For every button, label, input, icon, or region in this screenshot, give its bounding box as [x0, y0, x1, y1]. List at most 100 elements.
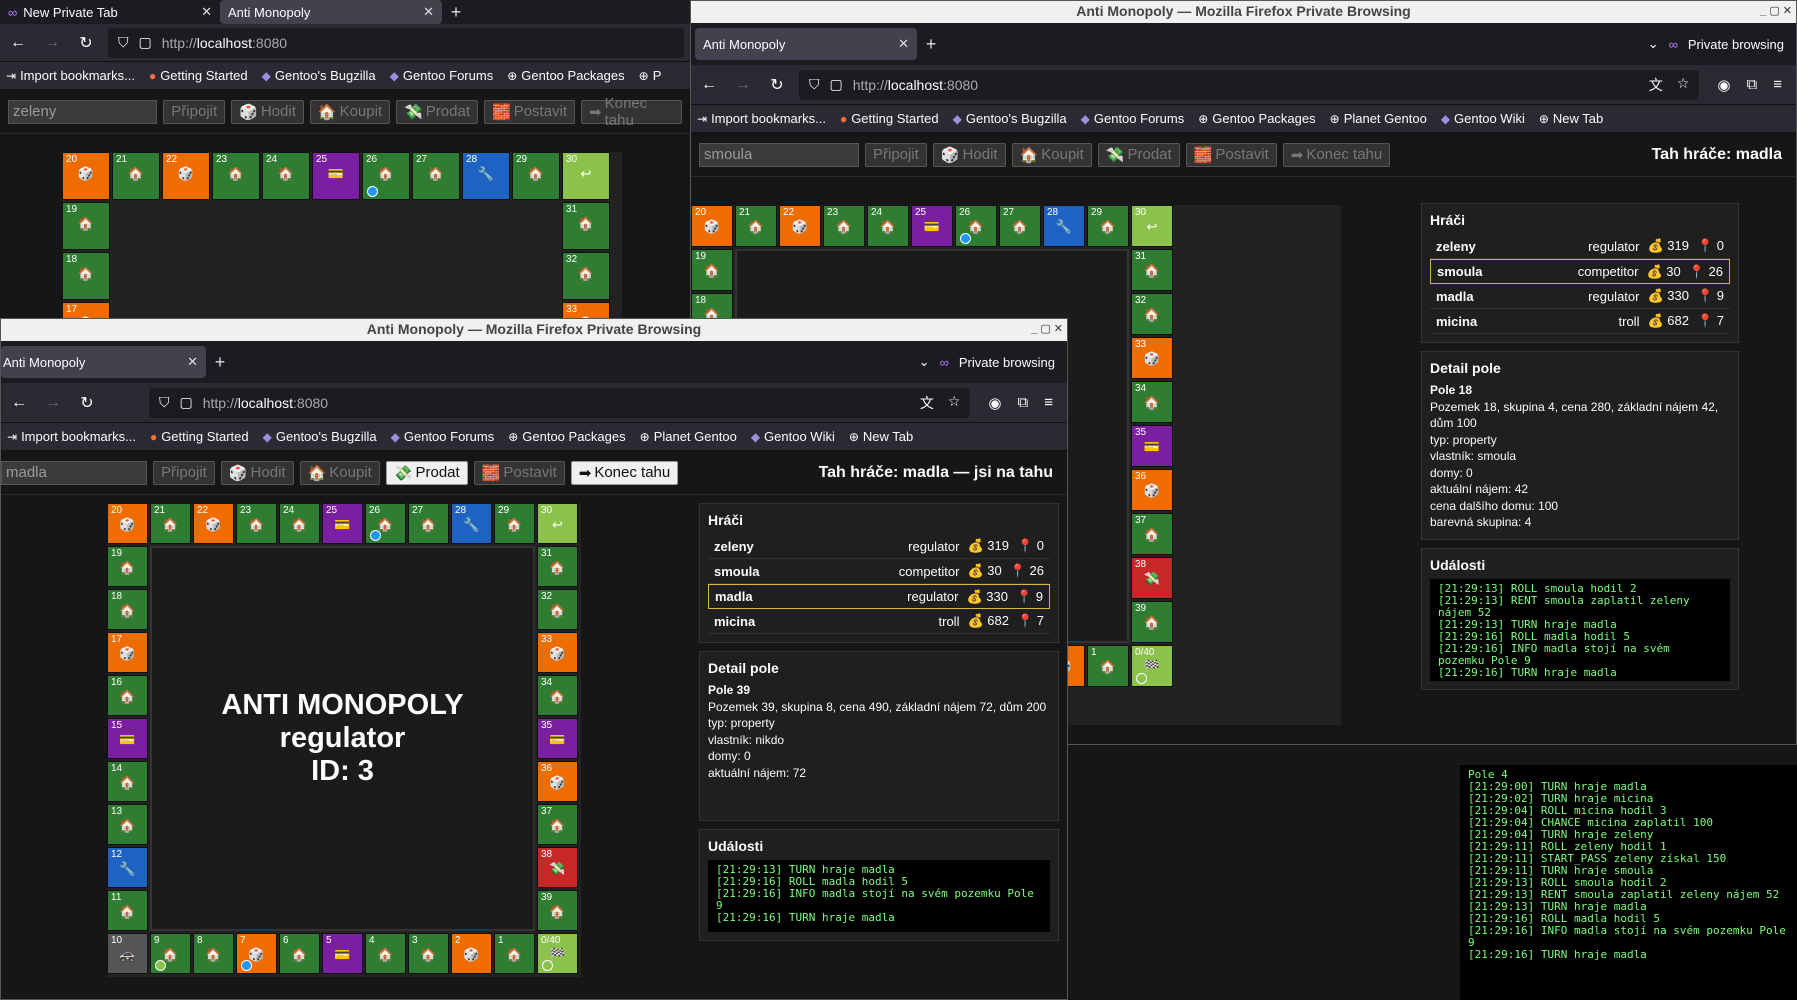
board-cell-30[interactable]: 30 ↩: [1131, 205, 1173, 247]
buy-button[interactable]: 🏠 Koupit: [309, 99, 391, 124]
board-cell-13[interactable]: 13🏠: [107, 804, 148, 845]
bookmark-packages[interactable]: ⊕ Gentoo Packages: [507, 68, 624, 83]
player-row[interactable]: smoula competitor 💰 30 📍 26: [1430, 259, 1730, 284]
player-row[interactable]: madla regulator 💰 330 📍 9: [708, 584, 1050, 609]
bookmark-forums[interactable]: ◆ Gentoo Forums: [390, 68, 494, 83]
board-cell-6[interactable]: 6🏠: [279, 933, 320, 974]
board-cell-25[interactable]: 25 💳: [322, 503, 363, 544]
bookmark-getting-started[interactable]: ● Getting Started: [150, 429, 249, 444]
board-cell-16[interactable]: 16🏠: [107, 675, 148, 716]
board-cell-31[interactable]: 31 🏠: [537, 546, 578, 587]
board-cell-32[interactable]: 32 🏠: [562, 252, 610, 300]
board-cell-19[interactable]: 19 🏠: [107, 546, 148, 587]
board-cell-10[interactable]: 10🚓: [107, 933, 148, 974]
board-cell-34[interactable]: 34 🏠: [537, 675, 578, 716]
board-cell-39[interactable]: 39 🏠: [537, 890, 578, 931]
board-cell-8[interactable]: 8🏠: [193, 933, 234, 974]
join-button[interactable]: Připojit: [163, 99, 226, 124]
bookmark-forums[interactable]: ◆ Gentoo Forums: [1081, 111, 1185, 126]
board-cell-17[interactable]: 17🎲: [107, 632, 148, 673]
bookmark-planet[interactable]: ⊕ P: [639, 68, 662, 83]
back-icon[interactable]: ←: [7, 394, 31, 412]
new-tab-icon[interactable]: +: [442, 2, 470, 23]
forward-icon[interactable]: →: [731, 76, 755, 94]
board-cell-23[interactable]: 23 🏠: [236, 503, 277, 544]
join-button[interactable]: Připojit: [865, 142, 927, 167]
board-cell-25[interactable]: 25 💳: [312, 152, 360, 200]
board-cell-1[interactable]: 1 🏠: [1087, 645, 1129, 687]
window-controls[interactable]: _ ▢ ✕: [1031, 319, 1063, 340]
sell-button[interactable]: 💸 Prodat: [385, 460, 468, 485]
bookmark-import[interactable]: ⇥ Import bookmarks...: [6, 68, 135, 83]
close-tab-icon[interactable]: ✕: [201, 4, 212, 20]
board-cell-21[interactable]: 21 🏠: [735, 205, 777, 247]
star-icon[interactable]: ☆: [948, 393, 961, 413]
tab-anti-monopoly[interactable]: Anti Monopoly ✕: [220, 0, 442, 24]
board-cell-31[interactable]: 31 🏠: [562, 202, 610, 250]
player-row[interactable]: zeleny regulator 💰 319 📍 0: [1430, 234, 1730, 259]
board-cell-26[interactable]: 26 🏠: [955, 205, 997, 247]
bookmark-planet[interactable]: ⊕ Planet Gentoo: [640, 429, 737, 444]
board-cell-30[interactable]: 30 ↩: [562, 152, 610, 200]
board-cell-20[interactable]: 20 🎲: [107, 503, 148, 544]
forward-icon[interactable]: →: [41, 394, 65, 412]
board-cell-12[interactable]: 12🔧: [107, 847, 148, 888]
board-cell-20[interactable]: 20 🎲: [691, 205, 733, 247]
board-cell-9[interactable]: 9🏠: [150, 933, 191, 974]
board-cell-18[interactable]: 18 🏠: [107, 589, 148, 630]
board-cell-19[interactable]: 19 🏠: [62, 202, 110, 250]
url-bar[interactable]: ⛉ ▢ http://localhost:8080 文 ☆: [799, 69, 1700, 100]
new-tab-icon[interactable]: +: [917, 34, 945, 55]
translate-icon[interactable]: 文: [920, 393, 934, 413]
board-cell-35[interactable]: 35 💳: [1131, 425, 1173, 467]
reload-icon[interactable]: ↻: [75, 393, 99, 413]
board-cell-38[interactable]: 38 💸: [537, 847, 578, 888]
bookmark-new-tab[interactable]: ⊕ New Tab: [849, 429, 913, 444]
board-cell-22[interactable]: 22 🎲: [162, 152, 210, 200]
board-cell-36[interactable]: 36 🎲: [537, 761, 578, 802]
back-icon[interactable]: ←: [697, 76, 721, 94]
board-cell-2[interactable]: 2🎲: [451, 933, 492, 974]
bookmark-bugzilla[interactable]: ◆ Gentoo's Bugzilla: [953, 111, 1067, 126]
board-cell-23[interactable]: 23 🏠: [212, 152, 260, 200]
account-icon[interactable]: ◉: [1717, 76, 1730, 94]
buy-button[interactable]: 🏠 Koupit: [299, 460, 380, 485]
board-cell-33[interactable]: 33🎲: [1131, 337, 1173, 379]
buy-button[interactable]: 🏠 Koupit: [1011, 142, 1092, 167]
board-cell-28[interactable]: 28 🔧: [451, 503, 492, 544]
close-tab-icon[interactable]: ✕: [898, 36, 909, 52]
board-cell-22[interactable]: 22 🎲: [779, 205, 821, 247]
board-cell-27[interactable]: 27 🏠: [999, 205, 1041, 247]
player-row[interactable]: micina troll 💰 682 📍 7: [708, 609, 1050, 634]
board-cell-26[interactable]: 26 🏠: [362, 152, 410, 200]
bookmark-packages[interactable]: ⊕ Gentoo Packages: [508, 429, 625, 444]
list-tabs-icon[interactable]: ⌄: [1648, 36, 1659, 52]
board-cell-29[interactable]: 29 🏠: [1087, 205, 1129, 247]
bookmark-bugzilla[interactable]: ◆ Gentoo's Bugzilla: [263, 429, 377, 444]
tab-anti-monopoly[interactable]: Anti Monopoly ✕: [1, 346, 206, 378]
board-cell-5[interactable]: 5💳: [322, 933, 363, 974]
board-cell-29[interactable]: 29 🏠: [494, 503, 535, 544]
board-cell-24[interactable]: 24 🏠: [867, 205, 909, 247]
end-turn-button[interactable]: ➡ Konec tahu: [581, 95, 682, 129]
join-button[interactable]: Připojit: [153, 460, 215, 485]
bookmark-forums[interactable]: ◆ Gentoo Forums: [391, 429, 495, 444]
board-cell-3[interactable]: 3🏠: [408, 933, 449, 974]
sell-button[interactable]: 💸 Prodat: [396, 99, 478, 124]
bookmark-import[interactable]: ⇥ Import bookmarks...: [7, 429, 136, 444]
back-icon[interactable]: ←: [6, 34, 30, 52]
player-row[interactable]: madla regulator 💰 330 📍 9: [1430, 284, 1730, 309]
bookmark-new-tab[interactable]: ⊕ New Tab: [1539, 111, 1603, 126]
board-cell-21[interactable]: 21 🏠: [112, 152, 160, 200]
board-cell-26[interactable]: 26 🏠: [365, 503, 406, 544]
board-cell-37[interactable]: 37 🏠: [1131, 513, 1173, 555]
bookmark-wiki[interactable]: ◆ Gentoo Wiki: [751, 429, 835, 444]
board-cell-27[interactable]: 27 🏠: [408, 503, 449, 544]
tab-anti-monopoly[interactable]: Anti Monopoly ✕: [695, 28, 917, 60]
player-row[interactable]: micina troll 💰 682 📍 7: [1430, 309, 1730, 334]
forward-icon[interactable]: →: [40, 34, 64, 52]
board-cell-25[interactable]: 25 💳: [911, 205, 953, 247]
board-cell-24[interactable]: 24 🏠: [279, 503, 320, 544]
board-cell-27[interactable]: 27 🏠: [412, 152, 460, 200]
extensions-icon[interactable]: ⧉: [1018, 394, 1029, 412]
